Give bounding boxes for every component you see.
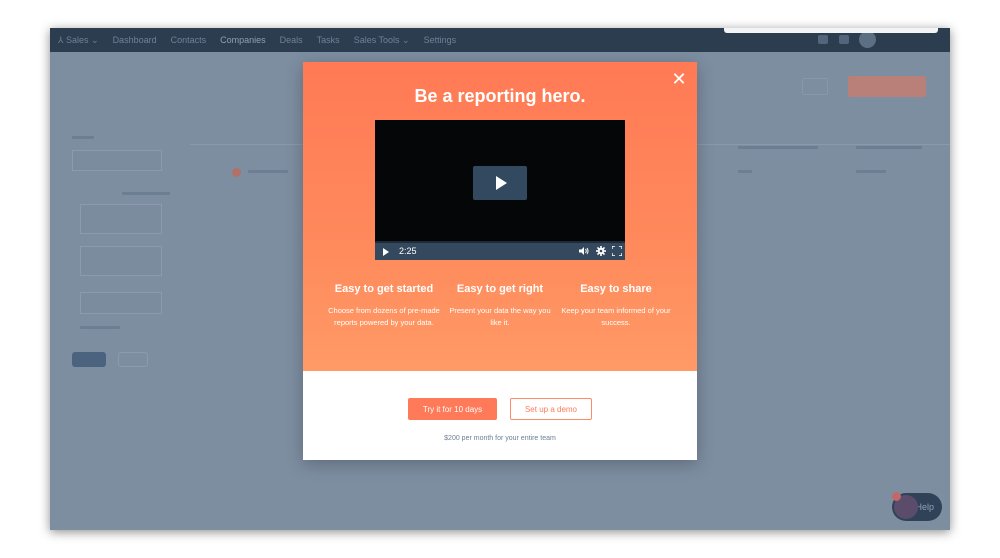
modal-footer: Try it for 10 days Set up a demo $200 pe…	[303, 371, 697, 460]
chat-icon[interactable]	[818, 35, 828, 44]
background-button	[118, 352, 148, 367]
background-create-button	[848, 76, 926, 97]
feature-easy-start: Easy to get started Choose from dozens o…	[321, 283, 447, 329]
app-window: ⅄ Sales ⌄ Dashboard Contacts Companies D…	[50, 28, 950, 530]
background-action-button	[802, 78, 828, 95]
background-line	[856, 170, 886, 173]
try-trial-button[interactable]: Try it for 10 days	[408, 398, 497, 420]
background-filter-item	[80, 246, 162, 276]
nav-item-deals[interactable]: Deals	[280, 35, 303, 45]
feature-description: Keep your team informed of your success.	[561, 306, 671, 327]
background-line	[122, 192, 170, 195]
background-line	[856, 146, 922, 149]
video-player[interactable]: 2:25	[375, 120, 625, 260]
video-progress-bar[interactable]	[375, 241, 625, 243]
background-button	[72, 352, 106, 367]
fullscreen-icon[interactable]	[612, 246, 622, 256]
feature-heading: Easy to get started	[334, 283, 434, 295]
help-label: Help	[915, 502, 934, 512]
feature-heading: Easy to get right	[456, 283, 544, 295]
play-button[interactable]	[473, 166, 527, 200]
modal-hero: ✕ Be a reporting hero. 2:25 Easy to get …	[303, 62, 697, 371]
nav-brand[interactable]: ⅄ Sales ⌄	[58, 35, 99, 46]
upgrade-modal: ✕ Be a reporting hero. 2:25 Easy to get …	[303, 62, 697, 460]
feature-heading: Easy to share	[580, 283, 652, 295]
small-play-icon[interactable]	[383, 248, 389, 256]
background-filter-item	[80, 204, 162, 234]
background-filter-item	[80, 292, 162, 314]
feature-description: Choose from dozens of pre-made reports p…	[328, 306, 440, 327]
volume-icon[interactable]	[579, 246, 589, 256]
overlay-bar	[724, 28, 938, 33]
price-note: $200 per month for your entire team	[444, 435, 556, 442]
feature-easy-share: Easy to share Keep your team informed of…	[553, 283, 679, 329]
background-line	[248, 170, 288, 173]
background-line	[72, 136, 94, 139]
nav-item-settings[interactable]: Settings	[424, 35, 457, 45]
background-line	[80, 326, 120, 329]
nav-item-sales-tools[interactable]: Sales Tools ⌄	[354, 35, 410, 46]
modal-title: Be a reporting hero.	[414, 86, 586, 106]
feature-description: Present your data the way you like it.	[449, 306, 551, 327]
play-icon	[496, 176, 507, 190]
nav-item-tasks[interactable]: Tasks	[317, 35, 340, 45]
help-button[interactable]: Help	[892, 492, 942, 521]
background-filter-select	[72, 150, 162, 171]
nav-item-companies[interactable]: Companies	[220, 35, 266, 45]
gear-icon[interactable]	[596, 246, 606, 256]
nav-item-dashboard[interactable]: Dashboard	[113, 35, 157, 45]
feature-easy-right: Easy to get right Present your data the …	[437, 283, 563, 329]
background-line	[738, 146, 818, 149]
notification-dot	[892, 492, 901, 501]
avatar[interactable]	[859, 31, 876, 48]
background-line	[738, 170, 752, 173]
video-time: 2:25	[399, 246, 417, 256]
nav-item-contacts[interactable]: Contacts	[171, 35, 207, 45]
notifications-icon[interactable]	[839, 35, 849, 44]
background-row-icon	[232, 168, 241, 177]
setup-demo-button[interactable]: Set up a demo	[510, 398, 592, 420]
